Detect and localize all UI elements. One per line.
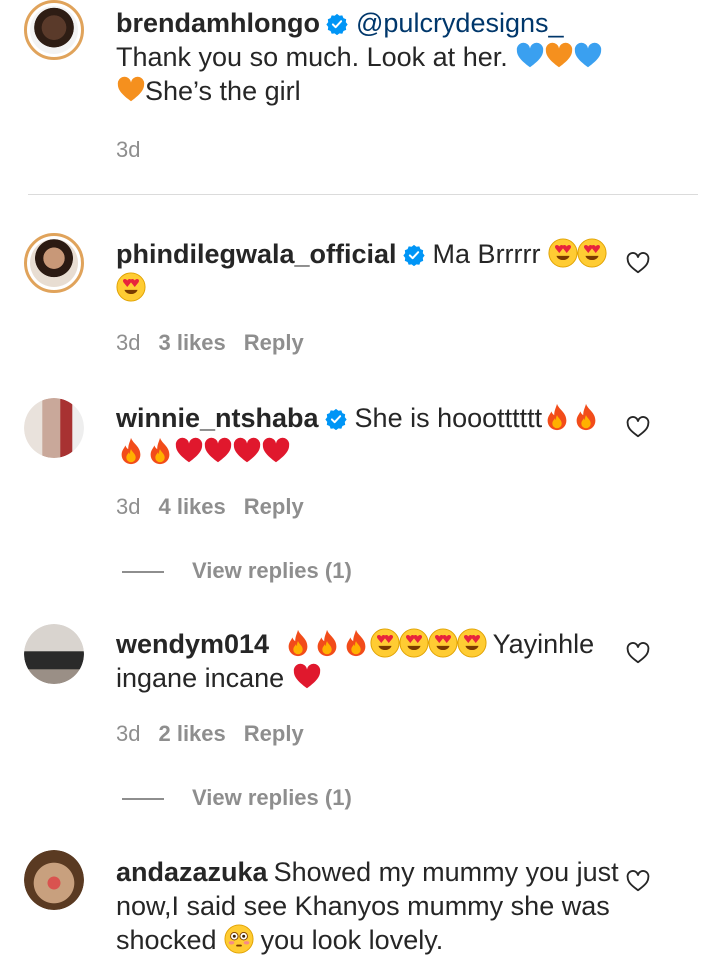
comment-text: wendym014 Yayinhle ingane incane bbox=[116, 627, 626, 695]
orange-heart-icon bbox=[116, 75, 146, 105]
avatar-image bbox=[24, 850, 84, 910]
comment-text: phindilegwala_official Ma Brrrrr bbox=[116, 237, 626, 305]
heart-eyes-icon bbox=[457, 628, 487, 658]
avatar-image bbox=[30, 6, 78, 54]
heart-eyes-icon bbox=[428, 628, 458, 658]
like-heart-icon[interactable] bbox=[625, 250, 651, 276]
replies-line bbox=[122, 571, 164, 574]
avatar[interactable] bbox=[24, 0, 84, 60]
blue-heart-icon bbox=[573, 41, 603, 71]
comment-body: Thank you so much. Look at her. bbox=[116, 42, 508, 72]
heart-eyes-icon bbox=[548, 238, 578, 268]
verified-icon bbox=[403, 244, 425, 266]
avatar-image bbox=[24, 398, 84, 458]
avatar[interactable] bbox=[24, 624, 84, 684]
username[interactable]: winnie_ntshaba bbox=[116, 403, 319, 433]
timestamp: 3d bbox=[116, 494, 141, 519]
comment-body: She is hoootttttt bbox=[354, 403, 543, 433]
blue-heart-icon bbox=[515, 41, 545, 71]
avatar-image bbox=[24, 624, 84, 684]
comment-body-end: you look lovely. bbox=[260, 925, 444, 955]
comment-meta: 3d 2 likes Reply bbox=[116, 721, 322, 747]
flushed-face-icon bbox=[224, 924, 254, 954]
view-replies-button[interactable]: View replies (1) bbox=[122, 785, 352, 811]
username[interactable]: phindilegwala_official bbox=[116, 239, 397, 269]
reply-button[interactable]: Reply bbox=[244, 494, 304, 519]
fire-icon bbox=[341, 628, 371, 658]
likes-count[interactable]: 4 likes bbox=[158, 494, 225, 519]
heart-eyes-icon bbox=[370, 628, 400, 658]
fire-icon bbox=[571, 402, 601, 432]
like-heart-icon[interactable] bbox=[625, 640, 651, 666]
mention-link[interactable]: @pulcrydesigns_ bbox=[356, 8, 564, 38]
likes-count[interactable]: 3 likes bbox=[158, 330, 225, 355]
likes-count[interactable]: 2 likes bbox=[158, 721, 225, 746]
view-replies-button[interactable]: View replies (1) bbox=[122, 558, 352, 584]
red-heart-icon bbox=[292, 662, 322, 692]
heart-eyes-icon bbox=[399, 628, 429, 658]
comment-meta: 3d 3 likes Reply bbox=[116, 330, 322, 356]
avatar[interactable] bbox=[24, 398, 84, 458]
timestamp: 3d bbox=[116, 330, 141, 355]
replies-line bbox=[122, 798, 164, 801]
red-heart-icon bbox=[174, 436, 204, 466]
username[interactable]: wendym014 bbox=[116, 629, 269, 659]
username[interactable]: andazazuka bbox=[116, 857, 268, 887]
comment-text: winnie_ntshaba She is hoootttttt bbox=[116, 401, 626, 469]
reply-button[interactable]: Reply bbox=[244, 721, 304, 746]
verified-icon bbox=[325, 408, 347, 430]
heart-eyes-icon bbox=[116, 272, 146, 302]
verified-icon bbox=[326, 13, 348, 35]
comment-body: Ma Brrrrr bbox=[432, 239, 541, 269]
comment-meta: 3d 4 likes Reply bbox=[116, 494, 322, 520]
fire-icon bbox=[145, 436, 175, 466]
fire-icon bbox=[116, 436, 146, 466]
fire-icon bbox=[312, 628, 342, 658]
avatar[interactable] bbox=[24, 850, 84, 910]
red-heart-icon bbox=[232, 436, 262, 466]
divider bbox=[28, 194, 698, 195]
fire-icon bbox=[542, 402, 572, 432]
timestamp: 3d bbox=[116, 137, 141, 162]
comment-body-end: She’s the girl bbox=[145, 76, 301, 106]
like-heart-icon[interactable] bbox=[625, 868, 651, 894]
username[interactable]: brendamhlongo bbox=[116, 8, 320, 38]
view-replies-label: View replies (1) bbox=[192, 558, 352, 583]
fire-icon bbox=[283, 628, 313, 658]
avatar-image bbox=[30, 239, 78, 287]
red-heart-icon bbox=[203, 436, 233, 466]
like-heart-icon[interactable] bbox=[625, 414, 651, 440]
comment-meta: 3d bbox=[116, 137, 158, 163]
orange-heart-icon bbox=[544, 41, 574, 71]
avatar[interactable] bbox=[24, 233, 84, 293]
heart-eyes-icon bbox=[577, 238, 607, 268]
reply-button[interactable]: Reply bbox=[244, 330, 304, 355]
red-heart-icon bbox=[261, 436, 291, 466]
view-replies-label: View replies (1) bbox=[192, 785, 352, 810]
comment-text: andazazuka Showed my mummy you just now,I… bbox=[116, 855, 626, 957]
timestamp: 3d bbox=[116, 721, 141, 746]
comment-text: brendamhlongo @pulcrydesigns_ Thank you s… bbox=[116, 6, 626, 108]
